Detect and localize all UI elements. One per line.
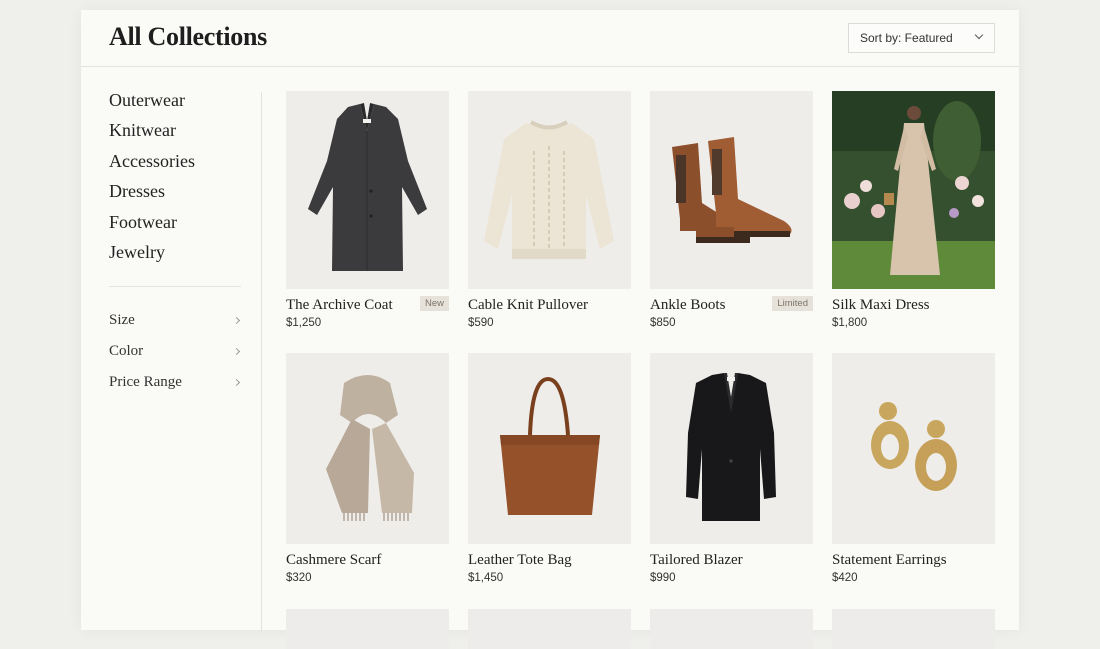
chevron-right-icon: [232, 378, 241, 387]
chevron-right-icon: [232, 347, 241, 356]
product-price: $320: [286, 572, 312, 584]
product-card[interactable]: Ankle Boots Limited $850: [650, 91, 813, 329]
category-knitwear[interactable]: Knitwear: [109, 119, 195, 149]
sidebar-edge-divider: [261, 92, 262, 632]
chevron-right-icon: [232, 316, 241, 325]
sidebar: Outerwear Knitwear Accessories Dresses F…: [81, 67, 261, 627]
badge-new: New: [419, 296, 449, 311]
product-price: $590: [468, 317, 494, 329]
sidebar-divider: [109, 286, 241, 287]
product-name: Silk Maxi Dress: [832, 297, 930, 313]
category-outerwear[interactable]: Outerwear: [109, 89, 195, 119]
product-name: Cashmere Scarf: [286, 552, 382, 568]
badge-limited: Limited: [772, 296, 813, 311]
category-jewelry[interactable]: Jewelry: [109, 241, 195, 271]
page-header: All Collections Sort by: Featured: [81, 10, 1019, 67]
product-price: $990: [650, 572, 676, 584]
product-card[interactable]: Cashmere Scarf $320: [286, 353, 449, 584]
product-name: Statement Earrings: [832, 552, 947, 568]
product-card[interactable]: [832, 609, 995, 649]
sort-label: Sort by: Featured: [860, 31, 953, 45]
category-dresses[interactable]: Dresses: [109, 180, 195, 210]
product-image-pullover: [468, 91, 631, 289]
product-card[interactable]: [650, 609, 813, 649]
product-price: $1,800: [832, 317, 868, 329]
product-card[interactable]: [468, 609, 631, 649]
product-image-blazer: [650, 353, 813, 544]
product-image-scarf: [286, 353, 449, 544]
product-card[interactable]: Cable Knit Pullover $590: [468, 91, 631, 329]
product-price: $420: [832, 572, 858, 584]
product-image-boots: [650, 91, 813, 289]
filter-price-range[interactable]: Price Range: [109, 374, 243, 405]
filter-list: Size Color Price Range: [109, 312, 243, 405]
filter-size[interactable]: Size: [109, 312, 243, 343]
filter-label: Price Range: [109, 374, 182, 390]
product-price: $1,450: [468, 572, 504, 584]
filter-color[interactable]: Color: [109, 343, 243, 374]
product-card[interactable]: Tailored Blazer $990: [650, 353, 813, 584]
product-image: [286, 609, 449, 649]
product-image-earrings: [832, 353, 995, 544]
product-name: Tailored Blazer: [650, 552, 743, 568]
product-name: Leather Tote Bag: [468, 552, 572, 568]
sort-select[interactable]: Sort by: Featured: [848, 23, 995, 53]
product-image-coat: [286, 91, 449, 289]
product-price: $850: [650, 317, 676, 329]
product-card[interactable]: Silk Maxi Dress $1,800: [832, 91, 995, 329]
product-image-dress: [832, 91, 995, 289]
product-card[interactable]: Statement Earrings $420: [832, 353, 995, 584]
product-image: [650, 609, 813, 649]
category-footwear[interactable]: Footwear: [109, 211, 195, 241]
product-card[interactable]: Leather Tote Bag $1,450: [468, 353, 631, 584]
category-accessories[interactable]: Accessories: [109, 150, 195, 180]
product-image-tote: [468, 353, 631, 544]
filter-label: Size: [109, 312, 135, 328]
chevron-down-icon: [974, 30, 984, 40]
product-image: [468, 609, 631, 649]
filter-label: Color: [109, 343, 144, 359]
product-name: Cable Knit Pullover: [468, 297, 588, 313]
page-title: All Collections: [109, 22, 267, 51]
product-image: [832, 609, 995, 649]
collection-panel: All Collections Sort by: Featured Outerw…: [81, 10, 1019, 649]
product-card[interactable]: [286, 609, 449, 649]
product-card[interactable]: The Archive Coat New $1,250: [286, 91, 449, 329]
category-list: Outerwear Knitwear Accessories Dresses F…: [109, 89, 195, 271]
product-price: $1,250: [286, 317, 322, 329]
